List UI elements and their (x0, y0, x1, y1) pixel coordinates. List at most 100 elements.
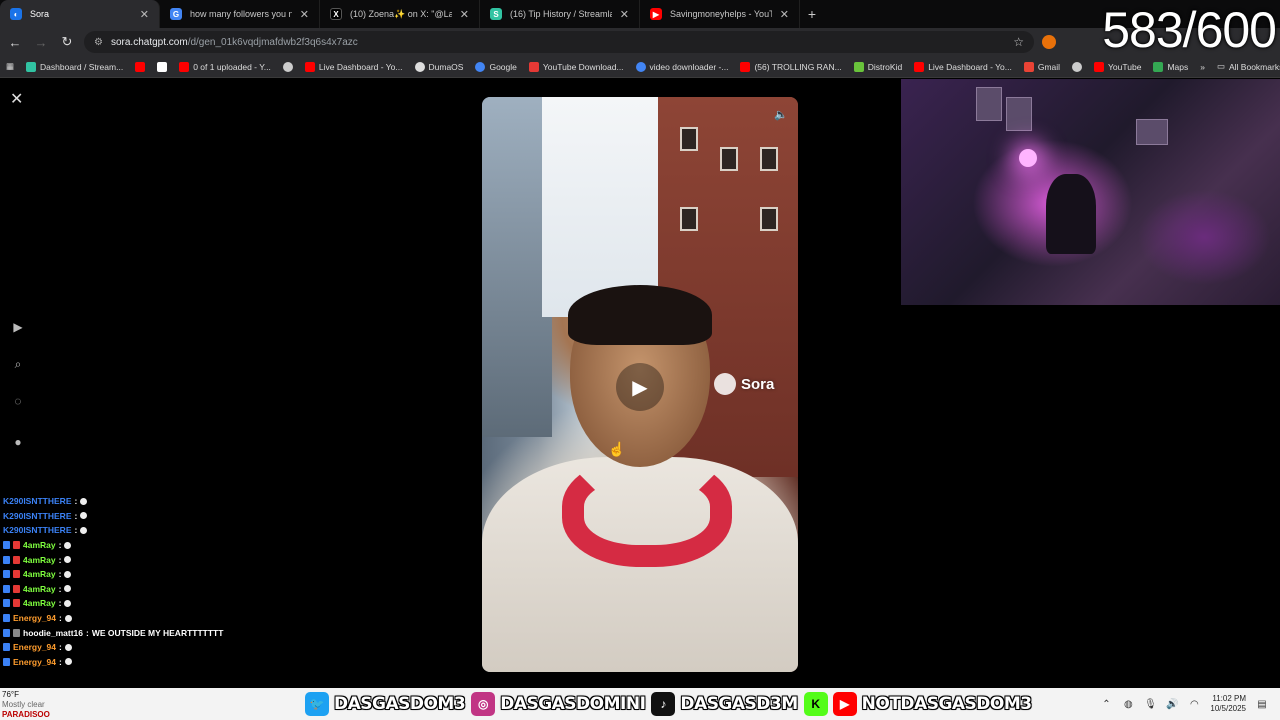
clock[interactable]: 11:02 PM 10/5/2025 (1210, 694, 1246, 714)
screen: ◐ Sora ✕ G how many followers you need f… (0, 0, 1280, 720)
back-arrow-icon[interactable]: ← (6, 33, 24, 51)
wall-poster (1136, 119, 1168, 145)
chat-colon: : (74, 510, 78, 521)
sora-watermark: Sora (714, 373, 774, 395)
bookmark-item[interactable]: Maps (1153, 61, 1188, 72)
chat-username: K290ISNTTHERE (3, 525, 72, 536)
site-info-icon[interactable]: ⚙ (94, 37, 103, 48)
social-banner: 76°F Mostly clear PARADISOO 🐦 DASGASDOM3… (0, 688, 1280, 720)
badge-icon (13, 570, 20, 579)
chat-colon: : (58, 554, 62, 565)
bookmark-item[interactable]: DistroKid (853, 61, 902, 72)
microphone-icon[interactable]: 🎙 (1144, 698, 1157, 710)
social-twitter: 🐦 DASGASDOM3 (305, 692, 466, 716)
tab-streamlabs[interactable]: S (16) Tip History / Streamlabs ✕ (480, 0, 640, 28)
weather-temp: 76°F (2, 690, 19, 699)
badge-icon (13, 628, 20, 637)
kick-icon: K (803, 692, 828, 716)
new-tab-button[interactable]: + (800, 0, 824, 28)
youtube-favicon-icon: ▶ (650, 8, 662, 20)
tab-title: Savingmoneyhelps - YouTube (670, 9, 772, 19)
close-icon[interactable]: ✕ (460, 8, 469, 21)
bookmark-item[interactable]: (56) TROLLING RAN... (740, 61, 842, 72)
chat-text: WE OUTSIDE MY HEARTTTTTTT (91, 627, 224, 638)
tab-sora[interactable]: ◐ Sora ✕ (0, 0, 160, 28)
chat-username: 4amRay (23, 554, 56, 565)
chat-username: Energy_94 (13, 642, 56, 653)
close-icon[interactable]: ✕ (300, 8, 309, 21)
emote-icon (80, 497, 88, 505)
wifi-icon[interactable]: ◠ (1188, 698, 1200, 710)
tab-x-post[interactable]: X (10) Zoena✨ on X: "@Laughte ✕ (320, 0, 480, 28)
bookmark-label: (56) TROLLING RAN... (754, 61, 842, 72)
bookmark-favicon-icon (1153, 61, 1164, 72)
bell-icon[interactable]: ◌ (10, 393, 26, 409)
weather-condition: Mostly clear (2, 700, 45, 709)
chat-message: Energy_94: (0, 640, 240, 655)
bookmark-item[interactable]: Live Dashboard - Yo... (914, 61, 1012, 72)
social-kick-youtube: K ▶ NOTDASGASDOM3 (803, 692, 1032, 716)
volume-icon[interactable]: 🔈 (772, 105, 790, 123)
emote-icon (64, 658, 72, 666)
apps-grid-icon[interactable]: ▦ (6, 61, 14, 72)
address-bar[interactable]: ⚙ sora.chatgpt.com/d/gen_01k6vqdjmafdwb2… (84, 31, 1034, 53)
extension-icon[interactable] (1042, 35, 1056, 49)
bookmark-item[interactable] (282, 61, 293, 72)
search-icon[interactable]: ⌕ (10, 356, 26, 372)
play-button[interactable]: ▶ (616, 363, 664, 411)
close-icon[interactable]: ✕ (140, 8, 149, 21)
rgb-light (1019, 149, 1037, 167)
chat-colon: : (58, 569, 62, 580)
bookmark-item[interactable]: Dashboard / Stream... (26, 61, 123, 72)
badge-icon (3, 643, 10, 652)
tab-followers-search[interactable]: G how many followers you need f ✕ (160, 0, 320, 28)
chat-colon: : (59, 642, 62, 653)
weather-widget[interactable]: 76°F Mostly clear PARADISOO (2, 690, 50, 720)
bookmark-item[interactable] (1072, 61, 1083, 72)
forward-arrow-icon[interactable]: → (32, 33, 50, 51)
bookmark-label: YouTube Download... (542, 61, 624, 72)
tiktok-icon: ♪ (651, 692, 676, 716)
bookmark-item[interactable]: 0 of 1 uploaded - Y... (179, 61, 271, 72)
bookmark-star-icon[interactable]: ☆ (1013, 35, 1024, 49)
video-frame-sky (542, 97, 672, 317)
bookmark-label: DumaOS (428, 61, 464, 72)
app-tray-icon[interactable]: ◍ (1122, 698, 1134, 710)
bookmark-favicon-icon (853, 61, 864, 72)
bookmark-item[interactable]: DumaOS (414, 61, 464, 72)
bookmark-favicon-icon (475, 61, 486, 72)
bookmark-item[interactable]: YouTube Download... (528, 61, 624, 72)
chat-message: K290ISNTTHERE: (0, 494, 240, 509)
social-handle: DASGASDOMINI (500, 694, 646, 714)
bookmark-favicon-icon (414, 61, 425, 72)
chat-colon: : (74, 525, 78, 536)
video-player[interactable]: 🔈 ▶ Sora (482, 97, 798, 672)
tab-youtube[interactable]: ▶ Savingmoneyhelps - YouTube ✕ (640, 0, 800, 28)
avatar[interactable]: ● (10, 434, 26, 450)
reload-icon[interactable]: ↻ (58, 33, 76, 51)
bookmark-item[interactable]: Gmail (1023, 61, 1060, 72)
clock-time: 11:02 PM (1212, 694, 1246, 703)
video-frame-window (680, 207, 698, 231)
all-bookmarks[interactable]: ▭ All Bookmarks (1217, 61, 1280, 72)
video-icon[interactable]: ▶ (10, 319, 26, 335)
bookmark-item[interactable] (135, 61, 146, 72)
badge-icon (3, 599, 10, 608)
close-icon[interactable]: ✕ (780, 8, 789, 21)
close-icon[interactable]: ✕ (620, 8, 629, 21)
watermark-text: Sora (741, 375, 775, 393)
volume-icon[interactable]: 🔊 (1166, 698, 1178, 710)
emote-icon (64, 599, 72, 607)
bookmark-item[interactable]: Live Dashboard - Yo... (304, 61, 403, 72)
bookmark-item[interactable]: video downloader -... (635, 61, 728, 72)
chevron-right-icon[interactable]: » (1200, 62, 1205, 72)
video-frame-window (720, 147, 738, 171)
chat-message: Energy_94: (0, 655, 240, 670)
url-text: sora.chatgpt.com/d/gen_01k6vqdjmafdwb2f3… (111, 37, 358, 48)
chevron-up-icon[interactable]: ⌃ (1100, 698, 1112, 710)
notification-icon[interactable]: ▤ (1256, 698, 1268, 710)
bookmark-item[interactable]: Google (475, 61, 517, 72)
bookmark-item[interactable] (157, 61, 168, 72)
bookmark-item[interactable]: YouTube (1094, 61, 1141, 72)
close-icon[interactable]: ✕ (10, 89, 23, 109)
